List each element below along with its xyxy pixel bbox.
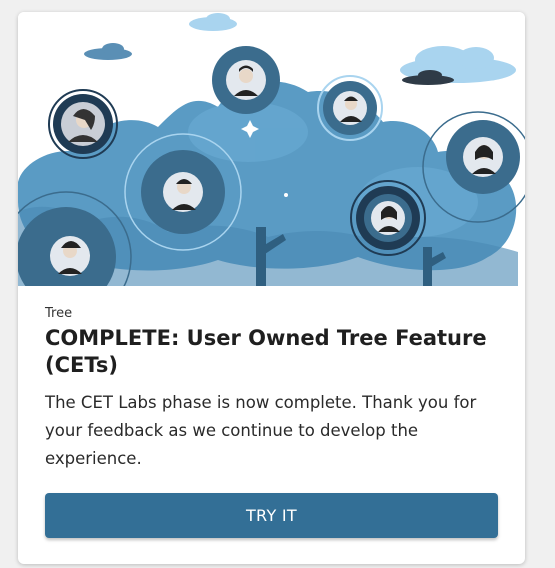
avatar	[48, 89, 118, 159]
avatar	[317, 75, 383, 141]
card-title: COMPLETE: User Owned Tree Feature (CETs)	[45, 326, 487, 377]
avatar	[350, 180, 426, 256]
feature-card: Tree COMPLETE: User Owned Tree Feature (…	[18, 12, 525, 564]
try-it-button[interactable]: TRY IT	[45, 493, 498, 538]
tree-illustration	[18, 12, 525, 286]
card-content: Tree COMPLETE: User Owned Tree Feature (…	[45, 306, 505, 473]
card-description: The CET Labs phase is now complete. Than…	[45, 393, 477, 468]
avatar	[124, 133, 242, 251]
avatar	[212, 46, 280, 114]
card-category: Tree	[45, 306, 73, 321]
